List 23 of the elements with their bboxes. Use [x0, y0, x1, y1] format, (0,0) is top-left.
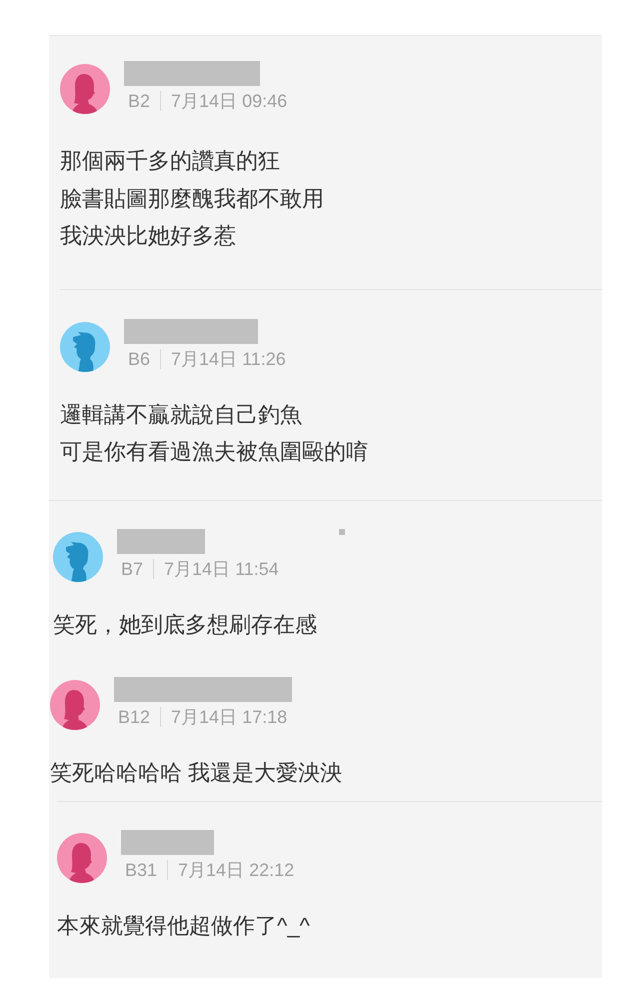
- post-time: 7月14日 22:12: [178, 858, 294, 880]
- avatar-icon: [57, 832, 107, 882]
- avatar-icon: [60, 64, 110, 114]
- comment-text: 我泱泱比她好多惹: [60, 222, 236, 250]
- avatar-icon: [50, 680, 100, 730]
- comment-text: 邏輯講不贏就說自己釣魚: [60, 400, 302, 428]
- comment-text: 笑死哈哈哈哈 我還是大愛泱泱: [50, 759, 342, 787]
- comment-text: 可是你有看過漁夫被魚圍毆的唷: [60, 438, 368, 466]
- comment-text: 臉書貼圖那麼醜我都不敢用: [60, 184, 324, 212]
- post-time: 7月14日 17:18: [171, 706, 288, 728]
- comment-text: 笑死，她到底多想刷存在感: [53, 610, 317, 638]
- floor-number: B31: [125, 858, 158, 880]
- comment-text: 本來就覺得他超做作了^_^: [57, 912, 310, 940]
- floor-number: B7: [121, 558, 144, 580]
- floor-number: B6: [128, 348, 150, 370]
- post-time: 7月14日 11:54: [164, 558, 279, 580]
- floor-number: B12: [118, 706, 150, 728]
- post-time: 7月14日 09:46: [171, 90, 288, 112]
- avatar-icon: [60, 322, 110, 372]
- comment-text: 那個兩千多的讚真的狂: [60, 147, 280, 175]
- floor-number: B2: [128, 90, 150, 112]
- post-time: 7月14日 11:26: [171, 348, 286, 370]
- avatar-icon: [53, 532, 103, 582]
